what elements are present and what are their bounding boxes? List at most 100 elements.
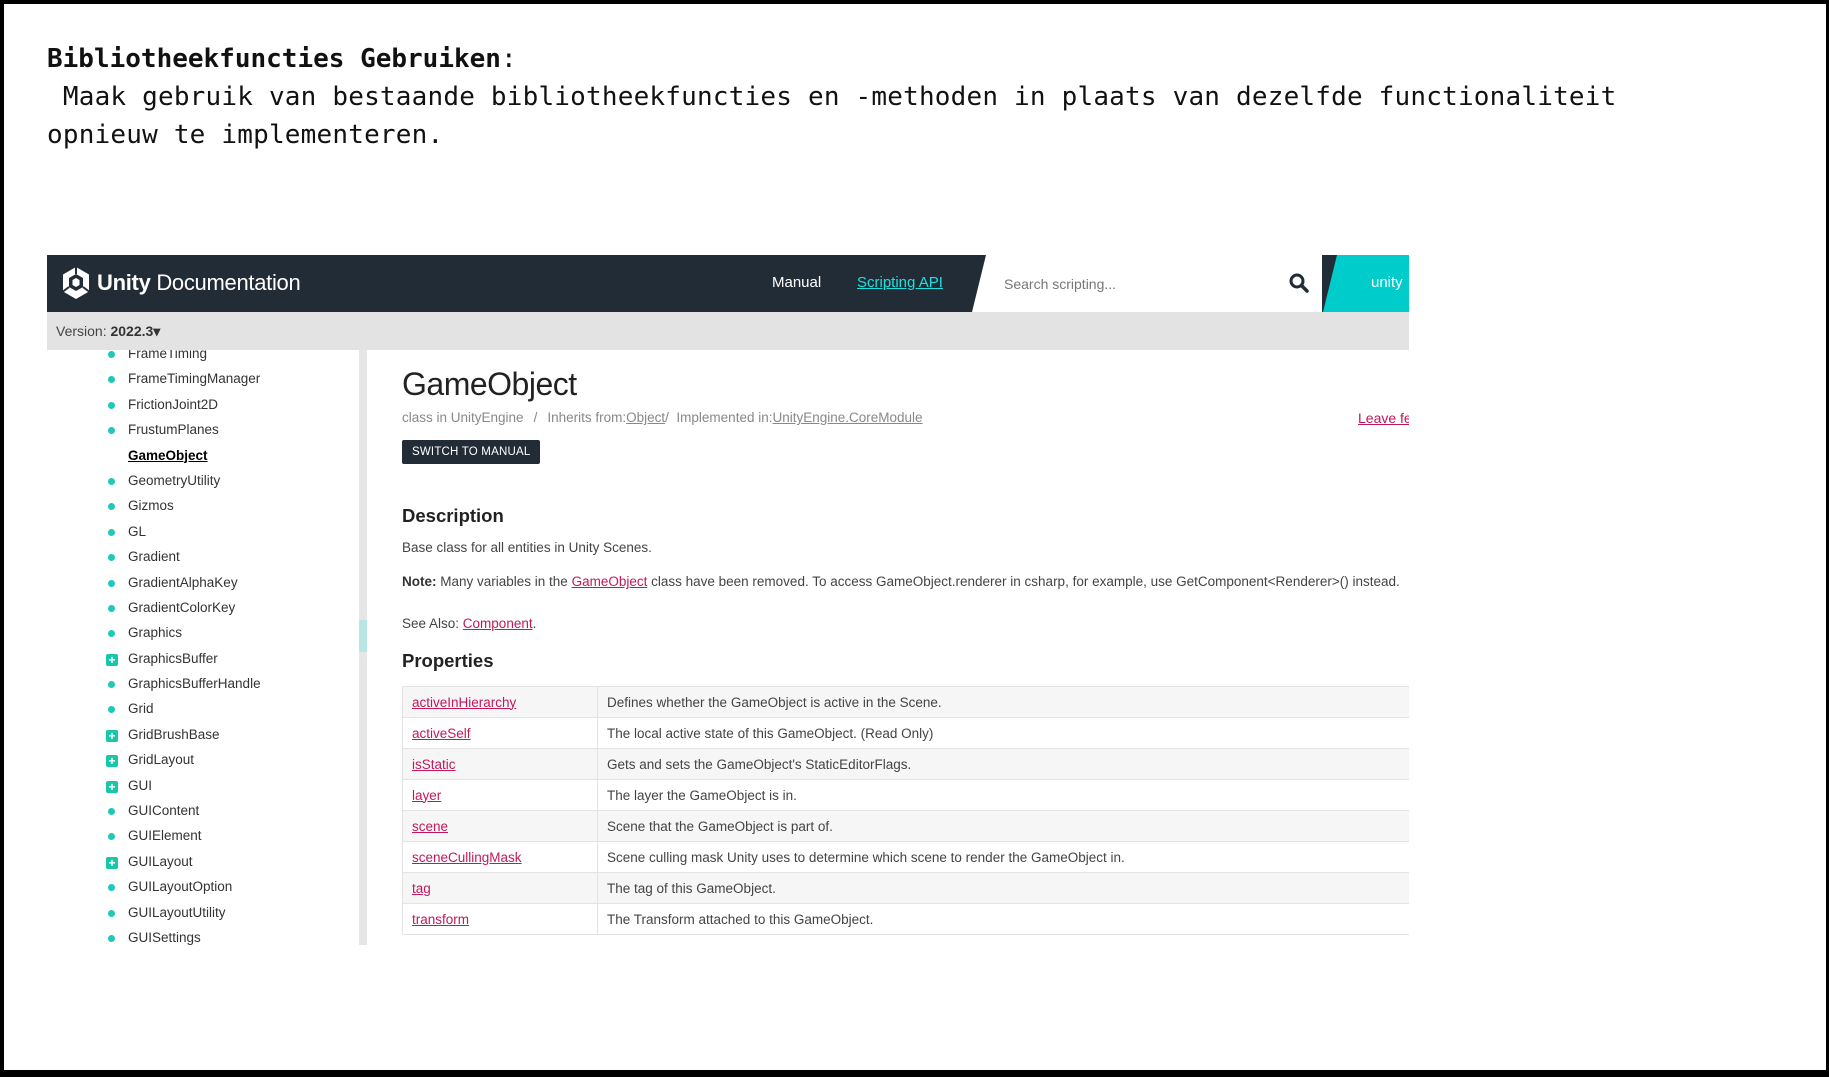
property-link[interactable]: sceneCullingMask xyxy=(412,850,522,865)
property-link[interactable]: scene xyxy=(412,819,448,834)
logo-text: Unity Documentation xyxy=(97,270,301,296)
slide-title-bold: Bibliotheekfuncties Gebruiken xyxy=(47,44,501,74)
table-row: sceneCullingMask Scene culling mask Unity… xyxy=(402,841,1409,873)
slide-body-line-1: Maak gebruik van bestaande bibliotheekfu… xyxy=(47,82,1617,112)
property-name-cell: transform xyxy=(402,903,598,935)
bullet-dot-icon xyxy=(108,579,115,587)
unity-tab-label: unity xyxy=(1371,274,1403,291)
sidebar-item-label: GradientAlphaKey xyxy=(128,574,238,590)
expand-plus-icon[interactable]: + xyxy=(106,856,118,869)
sidebar-item-label: FrameTimingManager xyxy=(128,371,261,387)
sidebar-item-label: GradientColorKey xyxy=(128,599,236,615)
property-description-cell: The local active state of this GameObjec… xyxy=(597,717,1409,749)
note-pre: Many variables in the xyxy=(436,574,572,589)
bullet-dot-icon xyxy=(108,554,115,562)
sidebar-item-label: GUIContent xyxy=(128,803,200,819)
version-dropdown[interactable]: 2022.3▾ xyxy=(110,323,160,339)
sidebar-item-label: Graphics xyxy=(128,625,183,641)
sidebar-scrollbar-thumb[interactable] xyxy=(359,620,367,652)
bullet-dot-icon xyxy=(108,909,115,917)
sidebar-item-label: GUISettings xyxy=(128,929,201,945)
sidebar-item-label: GUI xyxy=(128,777,153,793)
sidebar-item-label: GridLayout xyxy=(128,752,195,768)
sidebar-item-label: Gizmos xyxy=(128,498,174,514)
version-bar: Version: 2022.3▾ xyxy=(47,312,1409,350)
note-gameobject-link[interactable]: GameObject xyxy=(572,574,648,589)
bullet-dot-icon xyxy=(108,706,115,714)
bullet-dot-icon xyxy=(108,376,115,384)
implemented-in-link[interactable]: UnityEngine.CoreModule xyxy=(772,410,922,425)
nav-manual-link[interactable]: Manual xyxy=(772,274,821,291)
version-label: Version: 2022.3▾ xyxy=(56,323,160,340)
properties-table: activeInHierarchy Defines whether the Gam… xyxy=(402,686,1409,935)
property-link[interactable]: transform xyxy=(412,912,469,927)
sidebar-scrollbar[interactable] xyxy=(359,350,367,945)
property-description-cell: Gets and sets the GameObject's StaticEdi… xyxy=(597,748,1409,780)
property-link[interactable]: isStatic xyxy=(412,757,456,772)
switch-to-manual-button[interactable]: SWITCH TO MANUAL xyxy=(402,440,541,464)
property-description-cell: Scene culling mask Unity uses to determi… xyxy=(597,841,1409,873)
property-name-cell: activeSelf xyxy=(402,717,598,749)
unity-logo[interactable]: Unity Documentation xyxy=(61,265,301,301)
page-title: GameObject xyxy=(402,366,577,402)
table-row: activeInHierarchy Defines whether the Gam… xyxy=(402,686,1409,718)
search-icon[interactable] xyxy=(1288,272,1310,294)
property-link[interactable]: activeSelf xyxy=(412,726,471,741)
search-box xyxy=(972,255,1322,312)
meta-separator: / xyxy=(533,410,538,425)
expand-plus-icon[interactable]: + xyxy=(106,755,118,768)
property-description-cell: The layer the GameObject is in. xyxy=(597,779,1409,811)
table-row: tag The tag of this GameObject. xyxy=(402,872,1409,904)
note-label: Note: xyxy=(402,574,437,589)
meta-inherits-label: Inherits from: xyxy=(547,410,627,425)
expand-plus-icon[interactable]: + xyxy=(106,729,118,742)
unity-cube-icon xyxy=(62,267,90,299)
main-content: GameObject class in UnityEngine / Inherits… xyxy=(402,350,1409,945)
property-description-cell: The tag of this GameObject. xyxy=(597,872,1409,904)
bullet-dot-icon xyxy=(108,427,115,435)
meta-slash: / xyxy=(665,410,669,425)
table-row: transform The Transform attached to this … xyxy=(402,903,1409,935)
bullet-dot-icon xyxy=(108,401,115,409)
sidebar-item-label: GeometryUtility xyxy=(128,472,221,488)
expand-plus-icon[interactable]: + xyxy=(106,780,118,793)
leave-feedback-link[interactable]: Leave fe xyxy=(1358,410,1409,426)
sidebar-item-label: GraphicsBufferHandle xyxy=(128,676,261,692)
see-also-label: See Also: xyxy=(402,616,463,631)
property-link[interactable]: tag xyxy=(412,881,431,896)
table-row: layer The layer the GameObject is in. xyxy=(402,779,1409,811)
slide-title: Bibliotheekfuncties Gebruiken: xyxy=(47,40,1787,78)
sidebar-item-label: Grid xyxy=(128,701,154,717)
inherits-object-link[interactable]: Object xyxy=(626,410,665,425)
class-meta-line: class in UnityEngine / Inherits from:Objec… xyxy=(402,410,923,425)
property-name-cell: tag xyxy=(402,872,598,904)
version-label-text: Version: xyxy=(56,323,107,339)
see-also-component-link[interactable]: Component xyxy=(463,616,533,631)
property-link[interactable]: layer xyxy=(412,788,441,803)
logo-text-rest: Documentation xyxy=(150,270,301,295)
slide-body-line-2: opnieuw te implementeren. xyxy=(47,120,444,150)
property-description-cell: Defines whether the GameObject is active… xyxy=(597,686,1409,718)
bullet-dot-icon xyxy=(108,808,115,816)
nav-scripting-api-link[interactable]: Scripting API xyxy=(857,274,943,291)
bullet-dot-icon xyxy=(108,884,115,892)
bullet-dot-icon xyxy=(108,528,115,536)
meta-class: class in UnityEngine xyxy=(402,410,524,425)
sidebar-item-label: GUILayoutOption xyxy=(128,879,233,895)
bullet-dot-icon xyxy=(108,681,115,689)
property-name-cell: activeInHierarchy xyxy=(402,686,598,718)
sidebar-item-label: GridBrushBase xyxy=(128,726,220,742)
slide: Bibliotheekfuncties Gebruiken: Maak gebr… xyxy=(4,4,1826,1070)
search-input[interactable] xyxy=(1002,271,1266,297)
unity-tab[interactable]: unity xyxy=(1323,255,1409,312)
logo-text-bold: Unity xyxy=(97,270,151,295)
sidebar-item-label: GameObject xyxy=(128,447,208,463)
see-also-end: . xyxy=(532,616,537,631)
note-post: class have been removed. To access GameO… xyxy=(647,574,1400,589)
property-link[interactable]: activeInHierarchy xyxy=(412,695,516,710)
expand-plus-icon[interactable]: + xyxy=(106,653,118,666)
properties-table-body: activeInHierarchy Defines whether the Gam… xyxy=(402,686,1409,935)
unity-docs-screenshot: Unity Documentation Manual Scripting API… xyxy=(47,255,1409,945)
property-name-cell: isStatic xyxy=(402,748,598,780)
sidebar-item-label: GraphicsBuffer xyxy=(128,650,218,666)
